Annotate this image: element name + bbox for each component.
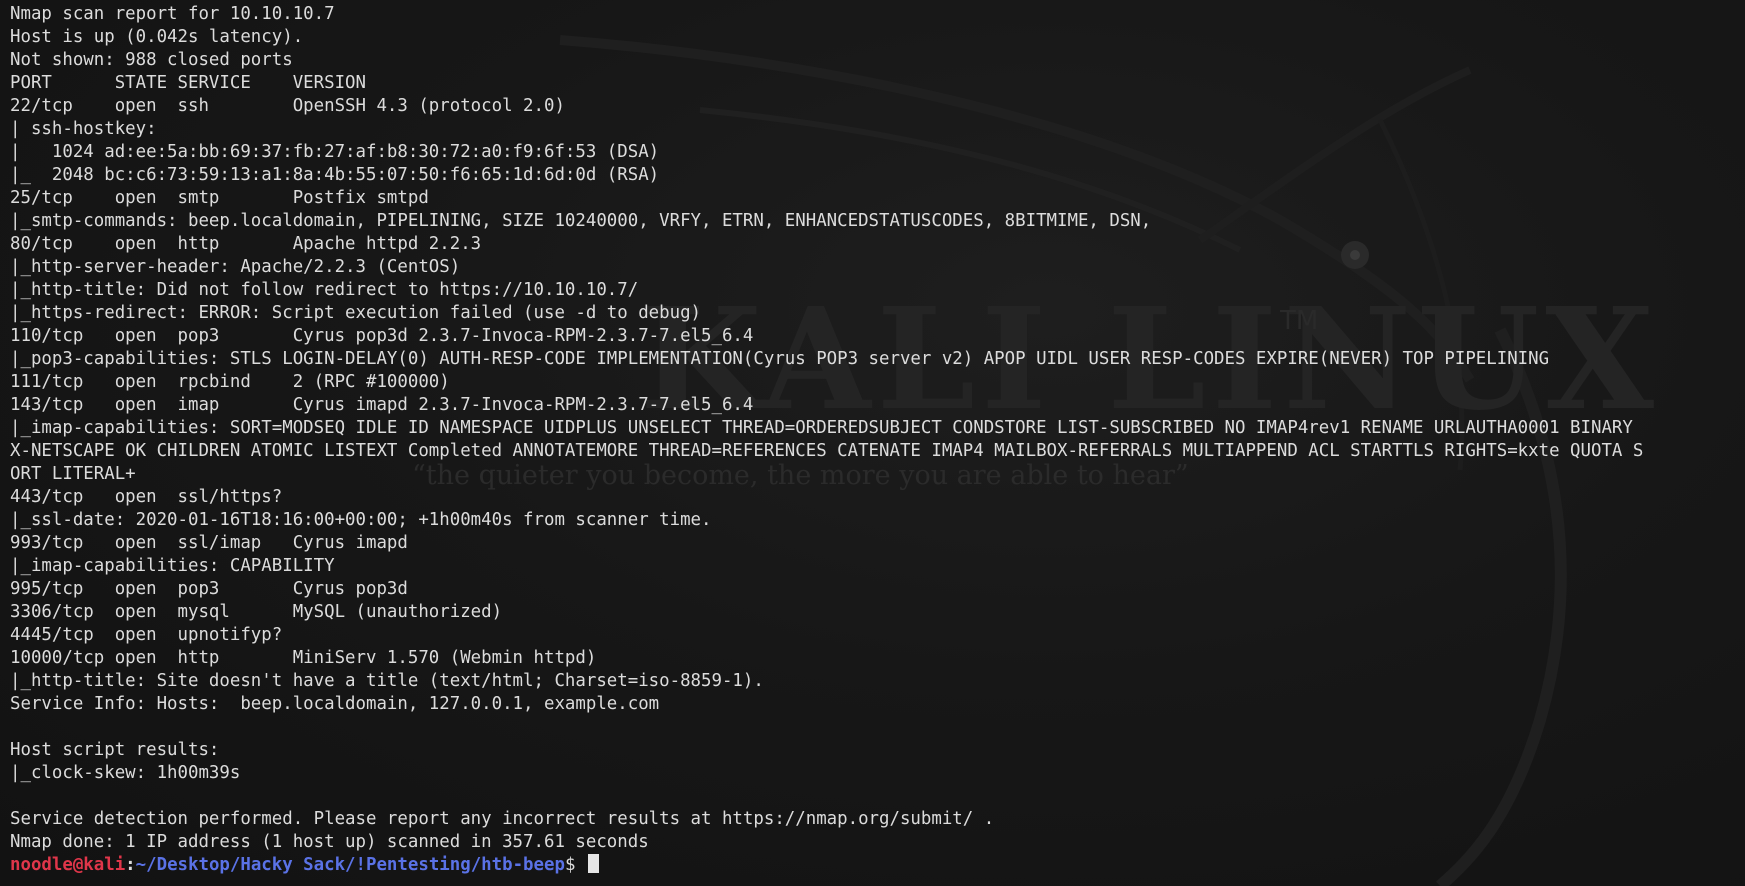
terminal-line: |_https-redirect: ERROR: Script executio… bbox=[10, 303, 702, 323]
terminal-line: ORT LITERAL+ bbox=[10, 464, 136, 484]
terminal-line: Service detection performed. Please repo… bbox=[10, 809, 995, 829]
terminal-line: |_pop3-capabilities: STLS LOGIN-DELAY(0)… bbox=[10, 349, 1550, 369]
terminal-line: |_imap-capabilities: SORT=MODSEQ IDLE ID… bbox=[10, 418, 1633, 438]
terminal-line: 3306/tcp open mysql MySQL (unauthorized) bbox=[10, 602, 503, 622]
terminal-line: |_http-title: Site doesn't have a title … bbox=[10, 671, 764, 691]
terminal-output: Nmap scan report for 10.10.10.7 Host is u… bbox=[0, 0, 1745, 877]
shell-prompt-line[interactable]: noodle@kali:~/Desktop/Hacky Sack/!Pentes… bbox=[10, 854, 1745, 877]
terminal-line: 111/tcp open rpcbind 2 (RPC #100000) bbox=[10, 372, 450, 392]
text-cursor[interactable] bbox=[587, 854, 599, 873]
terminal-line: |_clock-skew: 1h00m39s bbox=[10, 763, 241, 783]
terminal-line: |_http-title: Did not follow redirect to… bbox=[10, 280, 639, 300]
terminal-line: 993/tcp open ssl/imap Cyrus imapd bbox=[10, 533, 408, 553]
terminal-line: 995/tcp open pop3 Cyrus pop3d bbox=[10, 579, 408, 599]
terminal-window[interactable]: KALI LINUX TM “the quieter you become, t… bbox=[0, 0, 1745, 886]
prompt-separator: : bbox=[125, 855, 136, 875]
terminal-line: 110/tcp open pop3 Cyrus pop3d 2.3.7-Invo… bbox=[10, 326, 754, 346]
terminal-line: Nmap scan report for 10.10.10.7 bbox=[10, 4, 335, 24]
terminal-line: |_smtp-commands: beep.localdomain, PIPEL… bbox=[10, 211, 1152, 231]
terminal-line: |_ 2048 bc:c6:73:59:13:a1:8a:4b:55:07:50… bbox=[10, 165, 660, 185]
terminal-line: X-NETSCAPE OK CHILDREN ATOMIC LISTEXT Co… bbox=[10, 441, 1644, 461]
terminal-line: Host is up (0.042s latency). bbox=[10, 27, 304, 47]
terminal-line: 143/tcp open imap Cyrus imapd 2.3.7-Invo… bbox=[10, 395, 754, 415]
prompt-path: ~/Desktop/Hacky Sack/!Pentesting/htb-bee… bbox=[135, 855, 565, 875]
terminal-line: 4445/tcp open upnotifyp? bbox=[10, 625, 283, 645]
prompt-user-host: noodle@kali bbox=[10, 855, 126, 875]
terminal-line: | 1024 ad:ee:5a:bb:69:37:fb:27:af:b8:30:… bbox=[10, 142, 660, 162]
terminal-line: | ssh-hostkey: bbox=[10, 119, 157, 139]
terminal-line: 10000/tcp open http MiniServ 1.570 (Webm… bbox=[10, 648, 597, 668]
terminal-line: 80/tcp open http Apache httpd 2.2.3 bbox=[10, 234, 482, 254]
terminal-line: Not shown: 988 closed ports bbox=[10, 50, 293, 70]
prompt-symbol: $ bbox=[564, 855, 586, 875]
terminal-line: 443/tcp open ssl/https? bbox=[10, 487, 283, 507]
terminal-line: |_ssl-date: 2020-01-16T18:16:00+00:00; +… bbox=[10, 510, 712, 530]
terminal-line: |_http-server-header: Apache/2.2.3 (Cent… bbox=[10, 257, 461, 277]
terminal-line: PORT STATE SERVICE VERSION bbox=[10, 73, 366, 93]
terminal-line: Service Info: Hosts: beep.localdomain, 1… bbox=[10, 694, 660, 714]
terminal-line: |_imap-capabilities: CAPABILITY bbox=[10, 556, 335, 576]
terminal-line: 25/tcp open smtp Postfix smtpd bbox=[10, 188, 429, 208]
terminal-line: Nmap done: 1 IP address (1 host up) scan… bbox=[10, 832, 649, 852]
terminal-line: Host script results: bbox=[10, 740, 220, 760]
terminal-line: 22/tcp open ssh OpenSSH 4.3 (protocol 2.… bbox=[10, 96, 565, 116]
